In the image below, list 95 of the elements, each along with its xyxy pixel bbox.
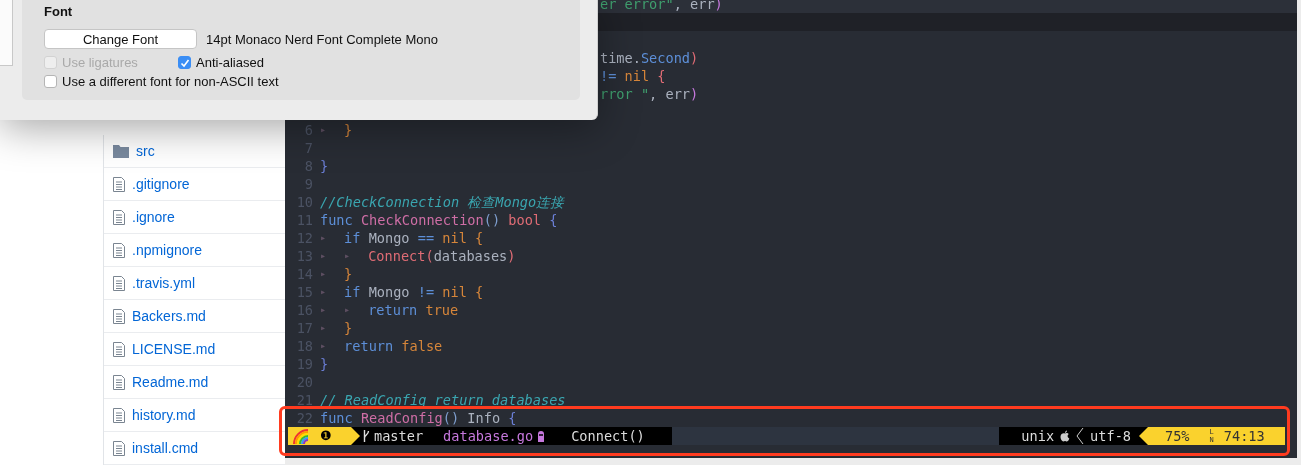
- code-token: nil: [623, 68, 650, 84]
- file-icon: [113, 176, 125, 192]
- code-keyword: func: [320, 211, 353, 229]
- code-token: ==: [416, 229, 435, 247]
- code-token: Mongo: [367, 229, 410, 247]
- file-name: database.go: [443, 427, 534, 445]
- code-token: !=: [416, 283, 435, 301]
- code-token: nil: [441, 229, 467, 247]
- code-comment: // ReadConfig return databases: [320, 391, 566, 409]
- code-keyword: return: [368, 301, 418, 319]
- code-token: }: [344, 319, 353, 337]
- checkbox-label: Use ligatures: [62, 55, 138, 70]
- file-encoding: utf-8: [1090, 427, 1131, 445]
- file-icon: [113, 407, 125, 423]
- code-keyword: if: [344, 283, 361, 301]
- code-token: }: [320, 355, 329, 373]
- file-link[interactable]: .gitignore: [132, 176, 190, 192]
- indent-guide: ▸: [344, 249, 352, 263]
- warning-count: ❶: [320, 427, 332, 445]
- file-icon: [113, 341, 125, 357]
- code-token: , err: [649, 86, 691, 102]
- code-token: }: [344, 265, 353, 283]
- indent-guide: ▸: [320, 249, 328, 263]
- file-link[interactable]: history.md: [132, 407, 196, 423]
- code-token: {: [548, 211, 558, 229]
- code-keyword: Second: [640, 50, 691, 66]
- code-keyword: func: [320, 409, 353, 427]
- code-token: }: [344, 121, 353, 139]
- code-token: Connect(: [368, 247, 434, 265]
- file-format: unix: [1021, 427, 1055, 445]
- code-token: , err: [673, 0, 715, 12]
- code-token: databases: [433, 247, 508, 265]
- branch-name: master: [374, 427, 424, 445]
- code-token: {: [474, 229, 484, 247]
- code-token: nil: [441, 283, 467, 301]
- indent-guide: ▸: [344, 303, 352, 317]
- code-token: ): [507, 247, 516, 265]
- code-token: ReadConfig: [359, 409, 443, 427]
- code-token: !=: [600, 68, 617, 84]
- code-token: Mongo: [367, 283, 410, 301]
- indent-guide: ▸: [320, 285, 328, 299]
- code-comment: //CheckConnection 检查Mongo连接: [320, 193, 565, 211]
- file-link[interactable]: .travis.yml: [132, 275, 195, 291]
- separator-icon: [1076, 427, 1085, 445]
- apple-icon: [1060, 430, 1071, 442]
- code-token: CheckConnection: [359, 211, 484, 229]
- code-token: Info: [466, 409, 501, 427]
- indent-guide: ▸: [320, 339, 328, 353]
- file-icon: [113, 374, 125, 390]
- indent-guide: ▸: [320, 321, 328, 335]
- code-token: bool: [507, 211, 541, 229]
- code-token: }: [320, 157, 329, 175]
- file-icon: [113, 209, 125, 225]
- code-keyword: if: [344, 229, 361, 247]
- code-token: true: [424, 301, 459, 319]
- indent-guide: ▸: [320, 123, 328, 137]
- file-link[interactable]: .ignore: [132, 209, 175, 225]
- file-link[interactable]: LICENSE.md: [132, 341, 216, 357]
- rainbow-icon: [292, 428, 310, 444]
- code-token: ): [690, 50, 699, 66]
- code-token: (): [483, 211, 501, 229]
- cursor-position: 74:13: [1223, 427, 1265, 445]
- code-token: {: [656, 68, 666, 84]
- code-token: time.: [600, 50, 641, 66]
- file-icon: [113, 242, 125, 258]
- code-token: false: [400, 337, 443, 355]
- indent-guide: ▸: [320, 303, 328, 317]
- folder-icon: [113, 144, 129, 158]
- code-token: {: [474, 283, 484, 301]
- checkbox-label: Use a different font for non-ASCII text: [62, 74, 279, 89]
- file-icon: [113, 308, 125, 324]
- gopher-icon: [537, 430, 546, 442]
- code-string: rror ": [600, 86, 650, 102]
- checkbox[interactable]: [44, 75, 57, 88]
- change-font-button[interactable]: Change Font: [44, 29, 197, 49]
- section-title: Font: [44, 4, 74, 20]
- code-token: ): [690, 86, 699, 102]
- indent-guide: ▸: [320, 267, 328, 281]
- font-name: 14pt Monaco Nerd Font Complete Mono: [206, 31, 438, 47]
- file-link[interactable]: src: [136, 143, 155, 159]
- file-icon: [113, 440, 125, 456]
- code-keyword: return: [344, 337, 394, 355]
- checkbox[interactable]: [178, 56, 191, 69]
- file-icon: [113, 275, 125, 291]
- code-token: (): [442, 409, 460, 427]
- file-link[interactable]: Readme.md: [132, 374, 209, 390]
- branch-icon: [363, 429, 370, 443]
- scroll-percent: 75%: [1165, 427, 1190, 445]
- file-link[interactable]: install.cmd: [132, 440, 199, 456]
- checkbox-label: Anti-aliased: [196, 55, 264, 70]
- indent-guide: ▸: [320, 231, 328, 245]
- file-link[interactable]: .npmignore: [132, 242, 203, 258]
- code-token: {: [507, 409, 517, 427]
- file-link[interactable]: Backers.md: [132, 308, 206, 324]
- function-name: Connect(): [571, 427, 645, 445]
